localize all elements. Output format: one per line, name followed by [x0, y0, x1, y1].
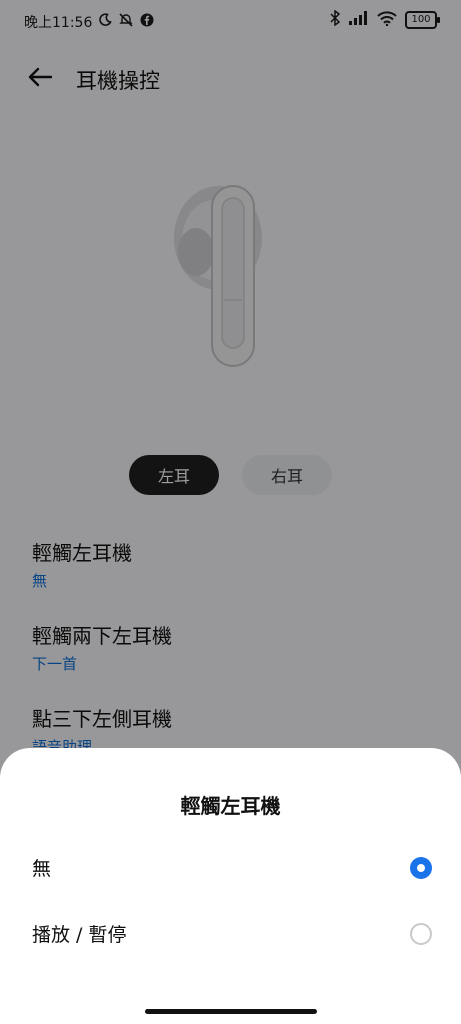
- option-none[interactable]: 無: [32, 854, 432, 886]
- option-label: 播放 / 暫停: [32, 924, 127, 946]
- sheet-title: 輕觸左耳機: [180, 794, 281, 818]
- option-label: 無: [32, 858, 52, 880]
- option-play-pause[interactable]: 播放 / 暫停: [32, 920, 432, 952]
- radio-unchecked-icon[interactable]: [410, 923, 432, 945]
- radio-checked-icon[interactable]: [410, 857, 432, 879]
- home-indicator[interactable]: [145, 1009, 317, 1014]
- option-bottom-sheet: 輕觸左耳機 無 播放 / 暫停: [0, 748, 461, 1024]
